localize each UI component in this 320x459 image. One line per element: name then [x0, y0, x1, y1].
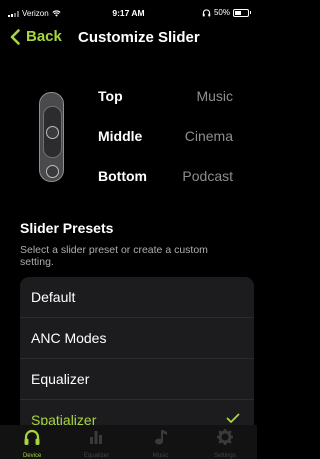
- presets-list: Default ANC Modes Equalizer Spatializer: [20, 277, 254, 440]
- slider-position-row: Bottom Podcast: [0, 168, 257, 188]
- tab-device[interactable]: Device: [0, 425, 64, 459]
- tab-music[interactable]: Music: [129, 425, 193, 459]
- tab-label: Music: [152, 453, 169, 459]
- section-description: Select a slider preset or create a custo…: [20, 244, 208, 268]
- slider-position-row: Top Music: [0, 88, 257, 108]
- tab-label: Settings: [214, 453, 236, 459]
- status-bar: Verizon 9:17 AM 50%: [0, 0, 257, 22]
- position-label: Bottom: [98, 168, 147, 184]
- navigation-bar: Back Customize Slider: [0, 27, 257, 51]
- preset-label: ANC Modes: [31, 330, 107, 346]
- position-value: Music: [196, 88, 233, 104]
- slider-position-row: Middle Cinema: [0, 128, 257, 148]
- tab-bar: Device Equalizer Music Settings: [0, 425, 257, 459]
- tab-settings[interactable]: Settings: [193, 425, 257, 459]
- preset-item-equalizer[interactable]: Equalizer: [20, 359, 254, 400]
- position-value: Cinema: [184, 128, 233, 144]
- music-note-icon: [154, 430, 167, 445]
- back-button[interactable]: Back: [10, 28, 62, 45]
- preset-label: Default: [31, 289, 76, 305]
- section-title: Slider Presets: [20, 220, 114, 236]
- battery-percent: 50%: [213, 8, 230, 17]
- headphones-icon: [24, 429, 40, 445]
- checkmark-icon: [226, 413, 240, 423]
- preset-label: Equalizer: [31, 371, 90, 387]
- position-label: Middle: [98, 128, 143, 144]
- position-value: Podcast: [182, 168, 233, 184]
- status-right: 50%: [202, 8, 251, 17]
- battery-icon: [233, 8, 251, 17]
- tab-label: Equalizer: [83, 453, 109, 459]
- back-label: Back: [26, 28, 62, 45]
- preset-item-anc-modes[interactable]: ANC Modes: [20, 318, 254, 359]
- gear-icon: [216, 428, 234, 446]
- equalizer-icon: [90, 431, 103, 444]
- chevron-left-icon: [10, 28, 20, 45]
- tab-label: Device: [22, 453, 42, 459]
- position-label: Top: [98, 88, 123, 104]
- preset-item-default[interactable]: Default: [20, 277, 254, 318]
- headphones-status-icon: [202, 8, 211, 16]
- page-title: Customize Slider: [78, 29, 200, 46]
- tab-equalizer[interactable]: Equalizer: [64, 425, 128, 459]
